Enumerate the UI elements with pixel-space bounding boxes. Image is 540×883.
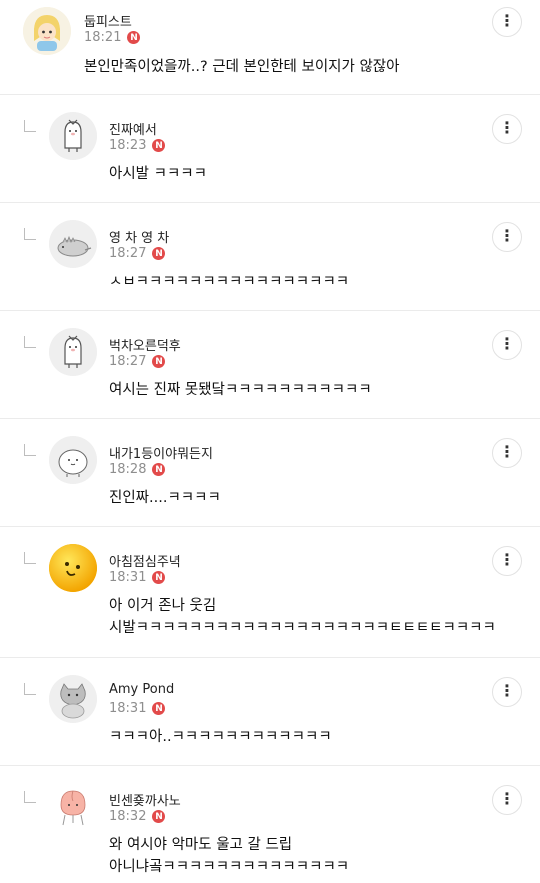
reply-indicator-icon: [24, 120, 36, 132]
white-blob-avatar-icon[interactable]: [49, 436, 97, 484]
time-text: 18:28: [109, 462, 147, 477]
reply-indicator-icon: [24, 228, 36, 240]
comment-nickname[interactable]: Amy Pond: [109, 682, 174, 697]
new-badge: N: [152, 571, 166, 584]
comment-nickname[interactable]: 벅차오른덕후: [109, 335, 181, 354]
comment-nickname[interactable]: 내가1등이야뭐든지: [109, 443, 213, 462]
white-bird-avatar-icon[interactable]: [49, 112, 97, 160]
comment-nickname[interactable]: 진짜예서: [109, 119, 157, 138]
time-text: 18:32: [109, 809, 147, 824]
comment-text: ㅅㅂㅋㅋㅋㅋㅋㅋㅋㅋㅋㅋㅋㅋㅋㅋㅋㅋ: [109, 274, 350, 290]
new-badge: N: [152, 463, 166, 476]
new-badge: N: [152, 810, 166, 823]
comment-text: 와 여시야 악마도 울고 갈 드립 아니냐곸ㅋㅋㅋㅋㅋㅋㅋㅋㅋㅋㅋㅋㅋㅋ: [109, 837, 350, 875]
reply-indicator-icon: [24, 683, 36, 695]
more-options-button[interactable]: ⋮: [492, 7, 522, 37]
reply-item: 빈센죶까사노 18:32 N ⋮ 와 여시야 악마도 울고 갈 드립 아니냐곸ㅋ…: [0, 766, 540, 883]
reply-indicator-icon: [24, 444, 36, 456]
time-text: 18:31: [109, 701, 147, 716]
more-options-button[interactable]: ⋮: [492, 438, 522, 468]
comment-text: 아시발 ㅋㅋㅋㅋ: [109, 166, 207, 182]
peach-character-avatar-icon[interactable]: [49, 783, 97, 831]
comment-timestamp: 18:23 N: [109, 138, 166, 153]
new-badge: N: [152, 702, 166, 715]
comment-item: 둡피스트 18:21 N ⋮ 본인만족이었을까..? 근데 본인한테 보이지가 …: [0, 0, 540, 95]
more-vertical-icon: ⋮: [499, 334, 515, 353]
time-text: 18:21: [84, 30, 122, 45]
yellow-smiley-avatar-icon[interactable]: [49, 544, 97, 592]
reply-item: 벅차오른덕후 18:27 N ⋮ 여시는 진짜 못됐닼ㅋㅋㅋㅋㅋㅋㅋㅋㅋㅋㅋ: [0, 311, 540, 419]
more-options-button[interactable]: ⋮: [492, 330, 522, 360]
comment-timestamp: 18:27 N: [109, 354, 166, 369]
comment-timestamp: 18:32 N: [109, 809, 166, 824]
reply-item: Amy Pond 18:31 N ⋮ ㅋㅋㅋ아..ㅋㅋㅋㅋㅋㅋㅋㅋㅋㅋㅋㅋ: [0, 658, 540, 766]
comment-text: ㅋㅋㅋ아..ㅋㅋㅋㅋㅋㅋㅋㅋㅋㅋㅋㅋ: [109, 729, 332, 745]
more-vertical-icon: ⋮: [499, 11, 515, 30]
more-options-button[interactable]: ⋮: [492, 677, 522, 707]
new-badge: N: [152, 355, 166, 368]
comment-timestamp: 18:28 N: [109, 462, 166, 477]
more-vertical-icon: ⋮: [499, 550, 515, 569]
reply-item: 진짜예서 18:23 N ⋮ 아시발 ㅋㅋㅋㅋ: [0, 95, 540, 203]
gray-dinosaur-avatar-icon[interactable]: [49, 220, 97, 268]
reply-indicator-icon: [24, 552, 36, 564]
new-badge: N: [152, 139, 166, 152]
time-text: 18:27: [109, 354, 147, 369]
comment-timestamp: 18:21 N: [84, 30, 141, 45]
blonde-girl-avatar-icon[interactable]: [23, 7, 71, 55]
comment-timestamp: 18:27 N: [109, 246, 166, 261]
comment-text: 여시는 진짜 못됐닼ㅋㅋㅋㅋㅋㅋㅋㅋㅋㅋㅋ: [109, 382, 372, 398]
more-vertical-icon: ⋮: [499, 442, 515, 461]
comment-text: 아 이거 존나 웃김 시발ㅋㅋㅋㅋㅋㅋㅋㅋㅋㅋㅋㅋㅋㅋㅋㅋㅋㅋㅋㅌㅌㅌㅌㅋㅋㅋㅋ: [109, 598, 496, 636]
comment-nickname[interactable]: 둡피스트: [84, 11, 132, 30]
more-vertical-icon: ⋮: [499, 118, 515, 137]
more-vertical-icon: ⋮: [499, 789, 515, 808]
time-text: 18:31: [109, 570, 147, 585]
comment-timestamp: 18:31 N: [109, 570, 166, 585]
reply-item: 내가1등이야뭐든지 18:28 N ⋮ 진인짜....ㅋㅋㅋㅋ: [0, 419, 540, 527]
comment-nickname[interactable]: 영 차 영 차: [109, 227, 169, 246]
reply-indicator-icon: [24, 336, 36, 348]
time-text: 18:27: [109, 246, 147, 261]
more-vertical-icon: ⋮: [499, 226, 515, 245]
comment-timestamp: 18:31 N: [109, 701, 166, 716]
more-options-button[interactable]: ⋮: [492, 546, 522, 576]
comment-text: 본인만족이었을까..? 근데 본인한테 보이지가 않잖아: [84, 59, 400, 75]
more-vertical-icon: ⋮: [499, 681, 515, 700]
more-options-button[interactable]: ⋮: [492, 785, 522, 815]
comment-nickname[interactable]: 아침점심주녁: [109, 551, 181, 570]
white-bird-avatar-icon[interactable]: [49, 328, 97, 376]
reply-item: 아침점심주녁 18:31 N ⋮ 아 이거 존나 웃김 시발ㅋㅋㅋㅋㅋㅋㅋㅋㅋㅋ…: [0, 527, 540, 658]
new-badge: N: [127, 31, 141, 44]
reply-item: 영 차 영 차 18:27 N ⋮ ㅅㅂㅋㅋㅋㅋㅋㅋㅋㅋㅋㅋㅋㅋㅋㅋㅋㅋ: [0, 203, 540, 311]
gray-cat-avatar-icon[interactable]: [49, 675, 97, 723]
reply-indicator-icon: [24, 791, 36, 803]
time-text: 18:23: [109, 138, 147, 153]
comment-nickname[interactable]: 빈센죶까사노: [109, 790, 181, 809]
more-options-button[interactable]: ⋮: [492, 114, 522, 144]
comment-text: 진인짜....ㅋㅋㅋㅋ: [109, 490, 221, 506]
new-badge: N: [152, 247, 166, 260]
more-options-button[interactable]: ⋮: [492, 222, 522, 252]
